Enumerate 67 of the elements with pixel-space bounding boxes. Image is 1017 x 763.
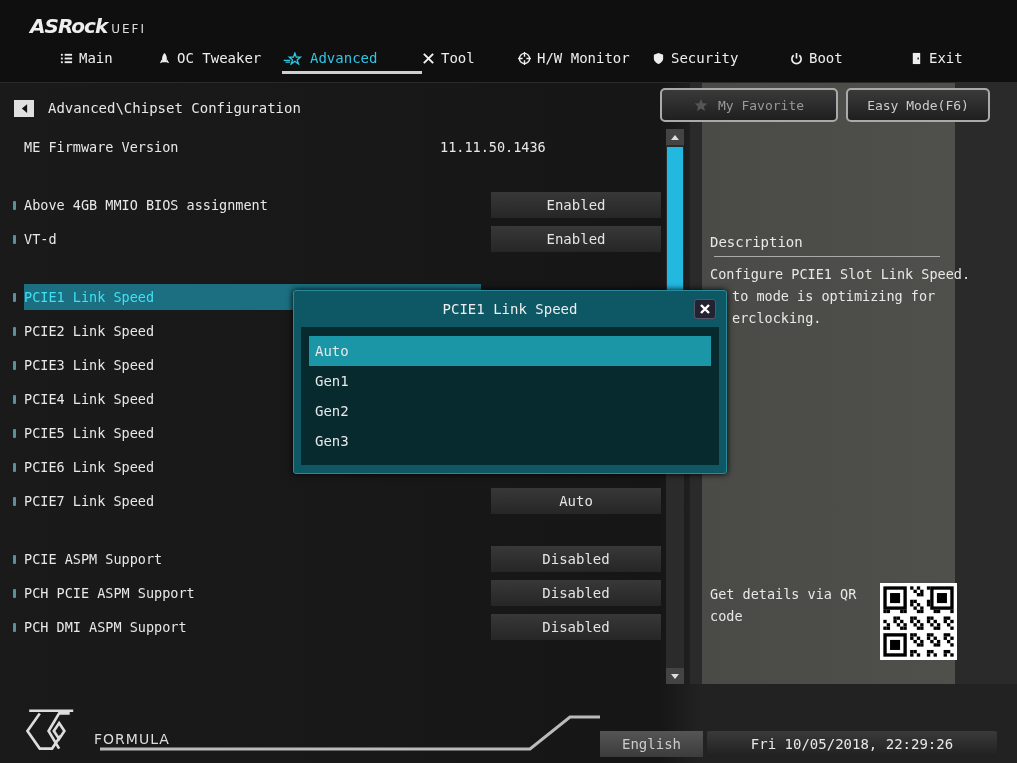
shield-icon	[652, 51, 665, 65]
bullet-icon	[13, 462, 16, 472]
description-title: Description	[710, 234, 804, 250]
description-text: Configure PCIE1 Slot Link Speed.	[710, 265, 970, 284]
option-dropdown[interactable]: Disabled	[491, 614, 661, 640]
option-dropdown[interactable]: Auto	[491, 488, 661, 514]
rocket-icon	[158, 51, 171, 65]
bullet-icon	[13, 588, 16, 598]
list-icon	[60, 51, 73, 65]
setting-item[interactable]: PCH PCIE ASPM Support	[24, 580, 481, 606]
setting-item[interactable]: PCIE ASPM Support	[24, 546, 481, 572]
brand-logo: ASRock	[30, 14, 108, 38]
down-arrow-icon	[671, 673, 679, 679]
bullet-icon	[13, 234, 16, 244]
favorite-button[interactable]: My Favorite	[660, 88, 838, 122]
close-button[interactable]	[694, 299, 716, 319]
setting-item[interactable]: PCIE7 Link Speed	[24, 488, 481, 514]
power-icon	[790, 51, 803, 65]
nav-tab[interactable]: H/W Monitor	[518, 46, 652, 74]
breadcrumb: Advanced\Chipset Configuration	[48, 100, 301, 116]
back-button[interactable]	[14, 99, 34, 117]
bullet-icon	[13, 554, 16, 564]
setting-label: ME Firmware Version	[23, 139, 180, 155]
scroll-down-button[interactable]	[666, 668, 684, 684]
scroll-up-button[interactable]	[666, 129, 684, 145]
up-arrow-icon	[671, 134, 679, 140]
option-dropdown[interactable]: Enabled	[491, 192, 661, 218]
nav-tab[interactable]: Tool	[422, 46, 518, 74]
easy-mode-button[interactable]: Easy Mode(F6)	[846, 88, 990, 122]
nav-tab[interactable]: Advanced	[282, 46, 422, 74]
bullet-icon	[13, 496, 16, 506]
star-icon	[693, 98, 708, 112]
setting-value: 11.11.50.1436	[440, 139, 546, 155]
nav-tab[interactable]: Security	[652, 46, 790, 74]
brand-suffix: UEFI	[111, 22, 146, 38]
back-arrow-icon	[20, 103, 28, 113]
description-text: erclocking.	[731, 309, 823, 328]
setting-item[interactable]: Above 4GB MMIO BIOS assignment	[24, 192, 481, 218]
setting-item[interactable]: VT-d	[24, 226, 481, 252]
bullet-icon	[13, 394, 16, 404]
popup-option[interactable]: Gen3	[309, 426, 711, 456]
nav-tab[interactable]: Exit	[910, 46, 990, 74]
crosshair-icon	[518, 51, 531, 65]
close-icon	[700, 304, 710, 314]
star-icon	[282, 51, 304, 65]
formula-logo-text: FORMULA	[94, 731, 170, 747]
option-dropdown[interactable]: Enabled	[491, 226, 661, 252]
qr-caption: Get details via QR code	[710, 585, 858, 626]
nav-tab[interactable]: Boot	[790, 46, 910, 74]
bullet-icon	[13, 428, 16, 438]
bullet-icon	[13, 292, 16, 302]
door-icon	[910, 51, 923, 65]
description-text: to mode is optimizing for	[731, 287, 937, 306]
setting-item[interactable]: PCH DMI ASPM Support	[24, 614, 481, 640]
bullet-icon	[13, 622, 16, 632]
bullet-icon	[13, 326, 16, 336]
option-dropdown[interactable]: Disabled	[491, 546, 661, 572]
tools-icon	[422, 51, 435, 65]
option-dropdown[interactable]: Disabled	[491, 580, 661, 606]
language-button[interactable]: English	[600, 731, 703, 757]
qr-code-icon	[880, 583, 957, 660]
popup-option[interactable]: Gen1	[309, 366, 711, 396]
bullet-icon	[13, 360, 16, 370]
nav-tab[interactable]: Main	[60, 46, 158, 74]
bullet-icon	[13, 200, 16, 210]
popup-option[interactable]: Gen2	[309, 396, 711, 426]
nav-tab[interactable]: OC Tweaker	[158, 46, 282, 74]
